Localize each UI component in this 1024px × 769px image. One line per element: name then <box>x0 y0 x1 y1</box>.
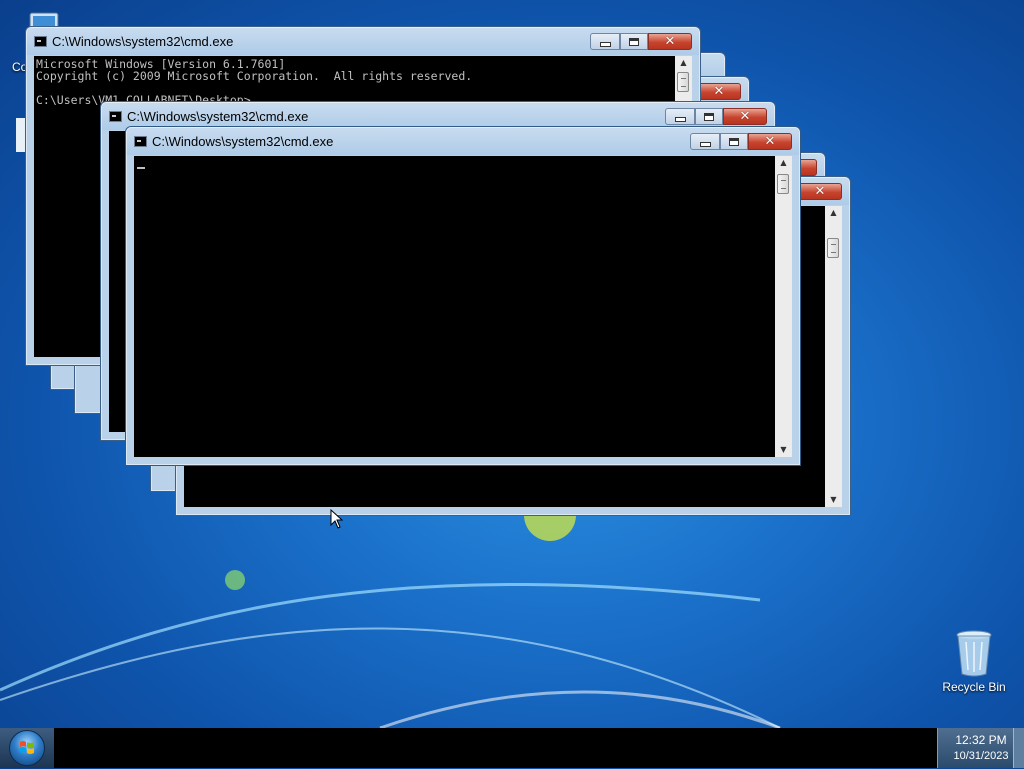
scroll-thumb[interactable] <box>677 72 689 92</box>
maximize-button[interactable] <box>620 33 648 50</box>
windows-start-orb-icon <box>9 730 45 766</box>
vertical-scrollbar[interactable]: ▲ ▼ <box>775 156 792 457</box>
close-button[interactable]: ✕ <box>648 33 692 50</box>
show-desktop-button[interactable] <box>1013 728 1024 768</box>
cmd-app-icon[interactable] <box>109 111 122 122</box>
windows-logo-icon <box>20 741 34 754</box>
start-button[interactable] <box>0 728 54 768</box>
close-button[interactable]: ✕ <box>697 83 741 100</box>
scroll-thumb[interactable] <box>827 238 839 258</box>
vertical-scrollbar[interactable]: ▲ ▼ <box>825 206 842 507</box>
scroll-up-arrow[interactable]: ▲ <box>825 206 842 220</box>
minimize-button[interactable] <box>590 33 620 50</box>
recycle-bin-icon <box>956 630 992 677</box>
minimize-button[interactable] <box>690 133 720 150</box>
window-title: C:\Windows\system32\cmd.exe <box>52 34 234 49</box>
console-line: Copyright (c) 2009 Microsoft Corporation… <box>36 69 473 83</box>
window-title: C:\Windows\system32\cmd.exe <box>127 109 309 124</box>
scroll-down-arrow[interactable]: ▼ <box>775 443 792 457</box>
close-button[interactable]: ✕ <box>723 108 767 125</box>
clock-time[interactable]: 12:32 PM <box>938 733 1024 747</box>
cmd-app-icon[interactable] <box>34 36 47 47</box>
scroll-up-arrow[interactable]: ▲ <box>675 56 692 70</box>
window-controls: ✕ <box>690 133 792 151</box>
minimize-button[interactable] <box>665 108 695 125</box>
scroll-down-arrow[interactable]: ▼ <box>825 493 842 507</box>
window-controls: ✕ <box>590 33 692 51</box>
close-button[interactable]: ✕ <box>798 183 842 200</box>
mouse-pointer-icon <box>330 509 344 529</box>
taskbar: 12:32 PM 10/31/2023 <box>0 728 1024 768</box>
window-title: C:\Windows\system32\cmd.exe <box>152 134 334 149</box>
maximize-button[interactable] <box>695 108 723 125</box>
cmd-app-icon[interactable] <box>134 136 147 147</box>
close-button[interactable]: ✕ <box>748 133 792 150</box>
scroll-up-arrow[interactable]: ▲ <box>775 156 792 170</box>
notification-area[interactable]: 12:32 PM 10/31/2023 <box>937 728 1024 768</box>
window-controls: ✕ <box>697 83 741 101</box>
cmd-window-active[interactable]: C:\Windows\system32\cmd.exe ✕ ▲ ▼ <box>125 126 801 466</box>
clock-date[interactable]: 10/31/2023 <box>938 750 1024 762</box>
window-controls: ✕ <box>665 108 767 126</box>
text-cursor <box>137 167 145 169</box>
desktop-icon-label: Recycle Bin <box>942 680 1006 694</box>
console-output[interactable] <box>134 156 775 457</box>
desktop: Co Recycle Bin ✕ ✕ ✕ ▲ ▼ <box>0 0 1024 728</box>
scroll-thumb[interactable] <box>777 174 789 194</box>
desktop-icon-recycle-bin[interactable]: Recycle Bin <box>939 630 1009 694</box>
maximize-button[interactable] <box>720 133 748 150</box>
